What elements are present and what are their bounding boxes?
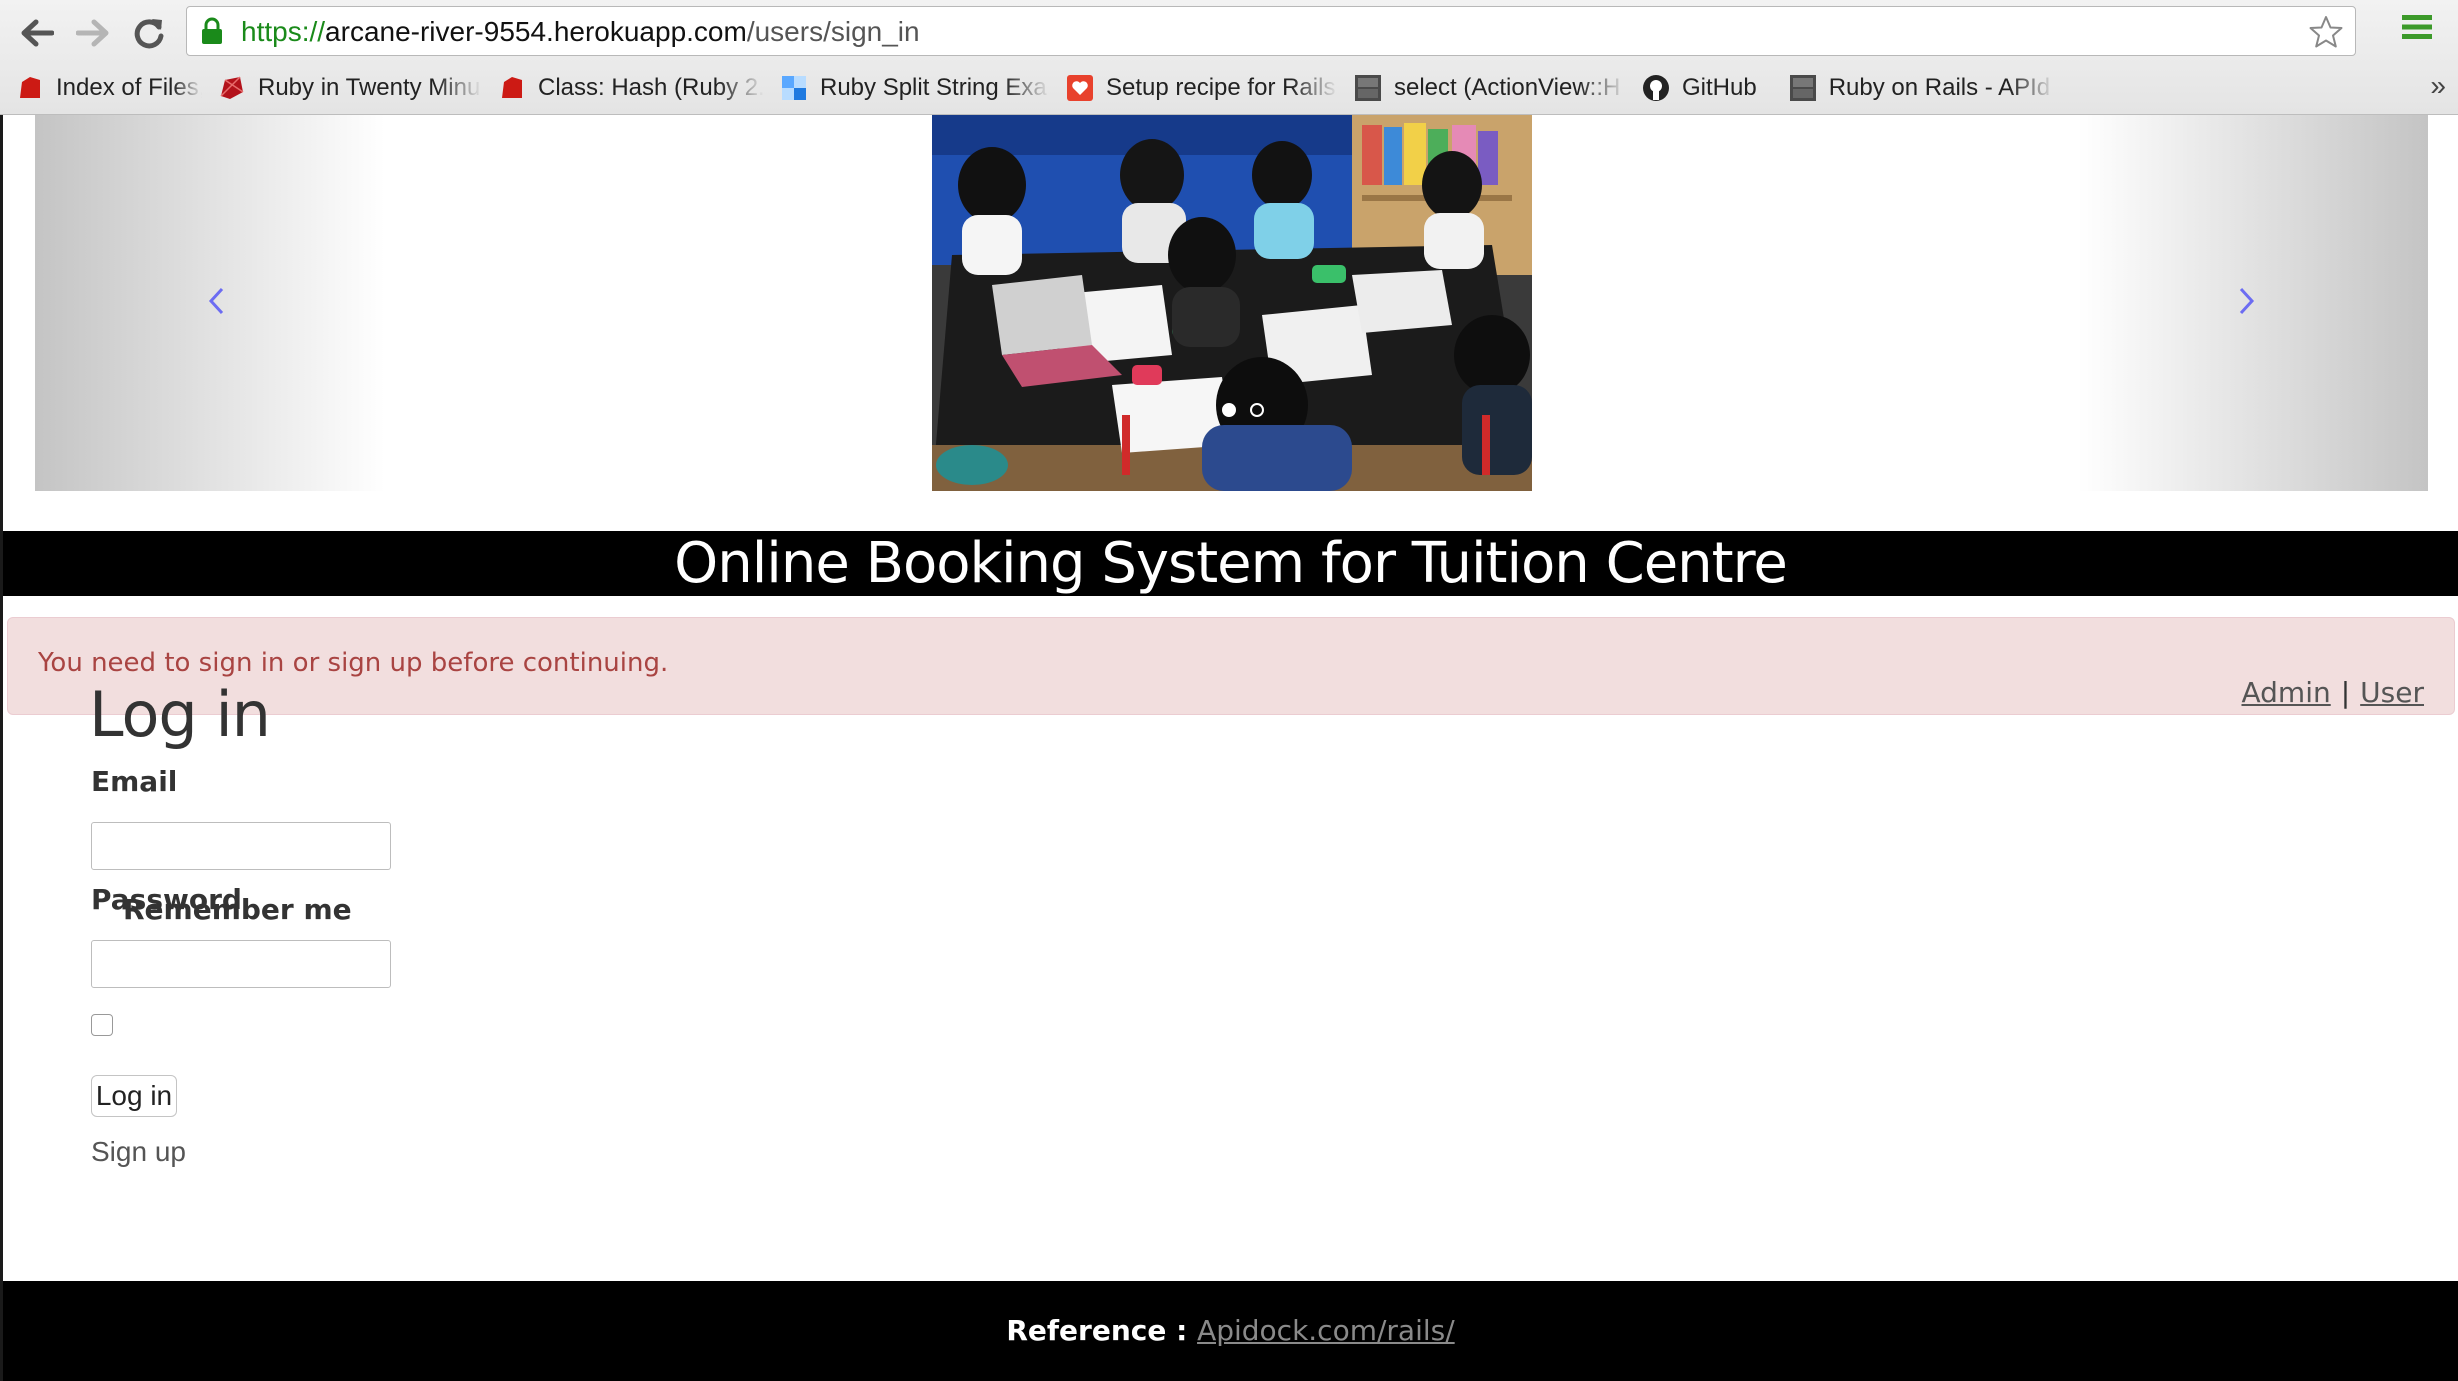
carousel-indicator[interactable]: [1222, 403, 1236, 417]
signup-link[interactable]: Sign up: [91, 1136, 186, 1168]
ruby-icon: [20, 77, 40, 98]
bookmark-item[interactable]: Class: Hash (Ruby 2.: [498, 66, 764, 110]
footer: Reference : Apidock.com/rails/: [3, 1281, 2458, 1381]
login-button[interactable]: Log in: [91, 1075, 177, 1117]
carousel-prev-control[interactable]: [35, 115, 385, 491]
bookmark-item[interactable]: Ruby in Twenty Minu: [218, 66, 482, 110]
chevron-right-icon: [2232, 283, 2262, 319]
alert-text: You need to sign in or sign up before co…: [38, 648, 669, 678]
apidock-icon: [1789, 75, 1816, 101]
site-title: Online Booking System for Tuition Centre: [674, 531, 1788, 596]
bookmark-item[interactable]: select (ActionView::H: [1354, 66, 1626, 110]
reload-button[interactable]: [126, 10, 172, 56]
forward-button[interactable]: [70, 10, 116, 56]
role-links-separator: |: [2340, 676, 2351, 709]
bookmark-label: Index of Files, Classe: [56, 74, 202, 101]
role-links: Admin | User: [2241, 676, 2424, 709]
footer-reference-label: Reference :: [1006, 1314, 1188, 1347]
chevron-left-icon: [201, 283, 231, 319]
remember-me-checkbox[interactable]: [91, 1013, 113, 1036]
carousel-indicator[interactable]: [1250, 403, 1264, 417]
bookmark-label: select (ActionView::H: [1394, 74, 1621, 101]
bookmark-star-icon[interactable]: [2309, 15, 2343, 54]
bookmark-item[interactable]: Setup recipe for Rails: [1066, 66, 1338, 110]
remember-me-row: Remember me: [91, 893, 352, 1041]
admin-link[interactable]: Admin: [2241, 676, 2330, 709]
site-title-bar: Online Booking System for Tuition Centre: [3, 531, 2458, 596]
browser-chrome: https://arcane-river-9554.herokuapp.com/…: [0, 0, 2458, 115]
bookmarks-bar: Index of Files, Classe Ruby in Twenty Mi…: [0, 66, 2420, 110]
forward-arrow-icon: [76, 19, 109, 47]
ruby-gem-icon: [220, 76, 244, 99]
apidock-icon: [1355, 75, 1381, 101]
login-heading: Log in: [89, 678, 271, 751]
footer-reference-link[interactable]: Apidock.com/rails/: [1197, 1314, 1455, 1347]
lock-icon: [201, 17, 223, 50]
url-host: arcane-river-9554.herokuapp.com: [325, 16, 747, 47]
bookmark-label: Setup recipe for Rails: [1106, 74, 1336, 101]
reload-icon: [134, 19, 164, 49]
back-arrow-icon: [21, 19, 54, 47]
password-field[interactable]: [91, 940, 391, 988]
bookmarks-overflow-button[interactable]: »: [2430, 70, 2446, 102]
bookmark-item[interactable]: Ruby on Rails - APId: [1789, 66, 2055, 110]
address-bar[interactable]: https://arcane-river-9554.herokuapp.com/…: [186, 6, 2356, 56]
bookmark-item[interactable]: GitHub: [1642, 66, 1757, 110]
bookmark-label: Ruby on Rails - APId: [1828, 74, 2051, 101]
url-scheme: https://: [241, 16, 326, 47]
bookmark-label: Ruby in Twenty Minu: [258, 74, 481, 101]
image-carousel: [35, 115, 2428, 491]
email-label: Email: [91, 765, 178, 798]
hamburger-menu-icon: [2402, 15, 2432, 39]
blue-square-icon: [782, 76, 806, 100]
bookmark-label: GitHub: [1682, 74, 1757, 101]
carousel-slide-image: [932, 115, 1532, 491]
github-icon: [1643, 75, 1669, 101]
remember-me-label: Remember me: [123, 893, 352, 926]
bookmark-item[interactable]: Ruby Split String Exa: [780, 66, 1050, 110]
bookmark-label: Ruby Split String Exa: [820, 74, 1047, 101]
url-path: /users/sign_in: [746, 16, 920, 47]
url-text: https://arcane-river-9554.herokuapp.com/…: [241, 16, 920, 48]
carousel-next-control[interactable]: [2078, 115, 2428, 491]
ruby-icon: [502, 77, 522, 98]
heart-icon: [1067, 75, 1093, 101]
bookmark-label: Class: Hash (Ruby 2.: [538, 74, 764, 101]
bookmark-item[interactable]: Index of Files, Classe: [16, 66, 202, 110]
email-field[interactable]: [91, 822, 391, 870]
classroom-photo: [932, 115, 1532, 491]
back-button[interactable]: [14, 10, 60, 56]
browser-menu-button[interactable]: [2400, 12, 2434, 47]
carousel-indicators: [1222, 403, 1264, 417]
page: Online Booking System for Tuition Centre…: [0, 115, 2458, 1381]
user-link[interactable]: User: [2360, 676, 2424, 709]
alert-message: You need to sign in or sign up before co…: [7, 617, 2455, 715]
